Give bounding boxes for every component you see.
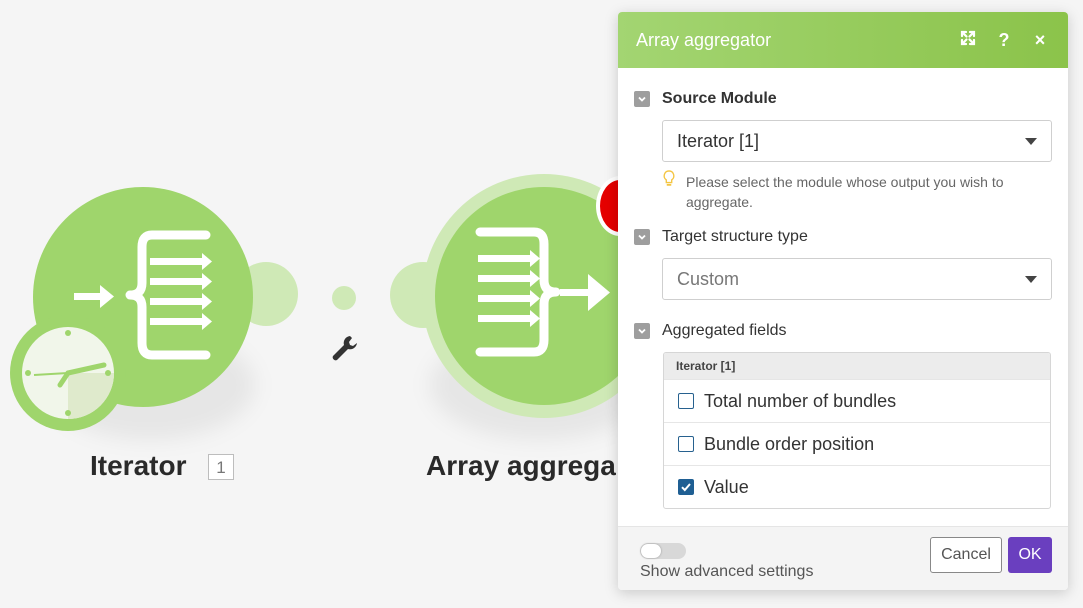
field-value[interactable]: Value [664,465,1050,508]
aggregator-icon [475,227,610,357]
lightbulb-icon [663,170,675,186]
aggregated-fields-field: Aggregated fields [634,320,1052,342]
collapse-icon[interactable] [634,91,650,107]
collapse-icon[interactable] [634,229,650,245]
close-icon[interactable]: × [1030,30,1050,51]
source-module-select[interactable]: Iterator [1] [662,120,1052,162]
collapse-icon[interactable] [634,323,650,339]
chevron-down-icon [1025,276,1037,283]
aggregated-fields-list: Iterator [1] Total number of bundles Bun… [663,352,1051,509]
iterator-id-badge: 1 [208,454,234,480]
panel-body: Source Module Iterator [1] Please select… [618,68,1068,526]
field-label: Bundle order position [704,433,875,454]
target-structure-field: Target structure type [634,226,1052,248]
source-module-field: Source Module [634,88,1052,110]
field-bundle-order[interactable]: Bundle order position [664,422,1050,465]
chevron-down-icon [1025,138,1037,145]
target-structure-select[interactable]: Custom [662,258,1052,300]
field-total-bundles[interactable]: Total number of bundles [664,379,1050,422]
iterator-label: Iterator [90,450,187,481]
source-module-hint: Please select the module whose output yo… [662,170,1052,212]
route-dot[interactable] [332,286,356,310]
wrench-icon[interactable] [330,334,358,364]
target-structure-value: Custom [677,268,740,289]
source-module-label: Source Module [662,90,777,107]
target-structure-label: Target structure type [662,228,808,245]
panel-title: Array aggregator [636,29,772,50]
hint-text: Please select the module whose output yo… [686,174,1004,210]
expand-icon[interactable] [958,30,978,51]
panel-header: Array aggregator ? × [618,12,1068,68]
array-aggregator-panel: Array aggregator ? × Source Module Itera… [618,12,1068,590]
cancel-button[interactable]: Cancel [930,537,1002,573]
advanced-settings-label: Show advanced settings [640,563,814,580]
help-icon[interactable]: ? [994,30,1014,51]
advanced-settings-toggle[interactable] [640,543,686,559]
clock-icon [22,327,114,419]
check-icon [681,483,691,492]
source-module-value: Iterator [1] [677,130,760,151]
fields-group-header: Iterator [1] [664,353,1050,379]
field-label: Total number of bundles [704,390,897,411]
panel-footer: Show advanced settings Cancel OK [618,526,1068,590]
aggregated-fields-label: Aggregated fields [662,322,787,339]
checkbox-checked[interactable] [678,479,694,495]
field-label: Value [704,476,749,497]
ok-button[interactable]: OK [1008,537,1052,573]
checkbox[interactable] [678,393,694,409]
aggregator-label: Array aggrega [426,450,616,481]
toggle-knob [641,544,661,558]
checkbox[interactable] [678,436,694,452]
